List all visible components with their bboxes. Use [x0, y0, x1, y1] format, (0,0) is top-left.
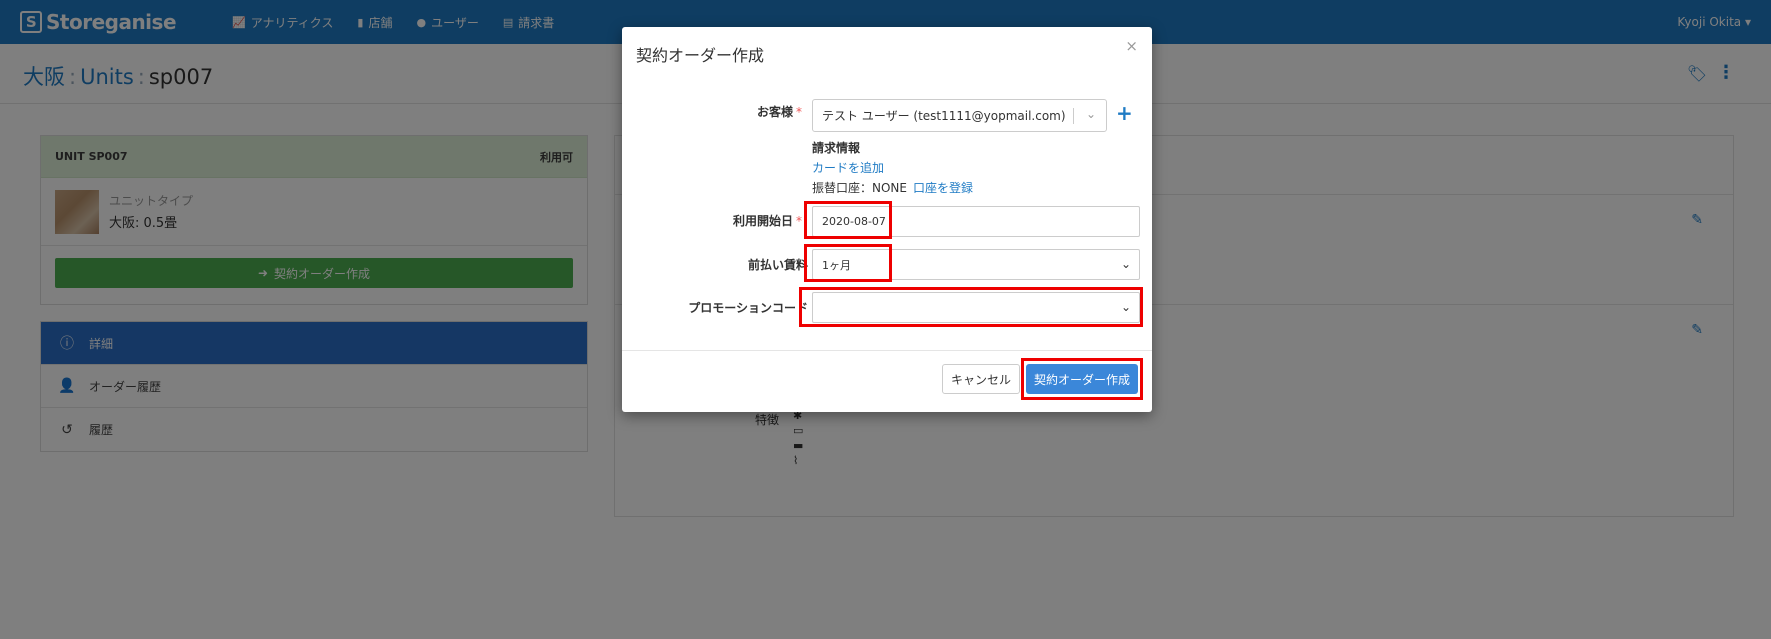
register-account-link[interactable]: 口座を登録 [913, 181, 973, 195]
add-customer-icon[interactable]: + [1116, 101, 1133, 125]
customer-value: テスト ユーザー (test1111@yopmail.com) [822, 109, 1066, 123]
modal-title: 契約オーダー作成 [636, 46, 765, 65]
chevron-down-icon: ⌄ [1120, 257, 1131, 271]
highlight-box [804, 201, 892, 239]
cancel-button[interactable]: キャンセル [942, 364, 1020, 394]
promo-code-label: プロモーションコード [688, 301, 808, 315]
create-order-modal: 契約オーダー作成 × お客様 * テスト ユーザー (test1111@yopma… [622, 27, 1152, 412]
start-date-label-text: 利用開始日 [732, 214, 793, 228]
prepay-label: 前払い賃料 [747, 258, 808, 272]
required-mark: * [796, 214, 802, 228]
customer-label: お客様 * [682, 103, 802, 120]
modal-footer-divider [622, 350, 1152, 351]
highlight-box [1021, 358, 1143, 400]
add-card-link[interactable]: カードを追加 [812, 159, 884, 176]
chevron-down-icon: ⌄ [1085, 107, 1096, 121]
select-divider [1073, 108, 1074, 124]
start-date-label: 利用開始日 * [682, 212, 802, 229]
close-icon[interactable]: × [1125, 37, 1138, 55]
bank-account-row: 振替口座：NONE 口座を登録 [812, 179, 973, 196]
billing-info-title: 請求情報 [812, 141, 861, 155]
highlight-box [804, 244, 892, 282]
bank-account-status: 振替口座：NONE [812, 181, 907, 195]
highlight-box [799, 287, 1143, 327]
required-mark: * [796, 105, 802, 119]
customer-select[interactable]: テスト ユーザー (test1111@yopmail.com) ⌄ [812, 99, 1107, 132]
customer-label-text: お客様 [756, 105, 793, 119]
